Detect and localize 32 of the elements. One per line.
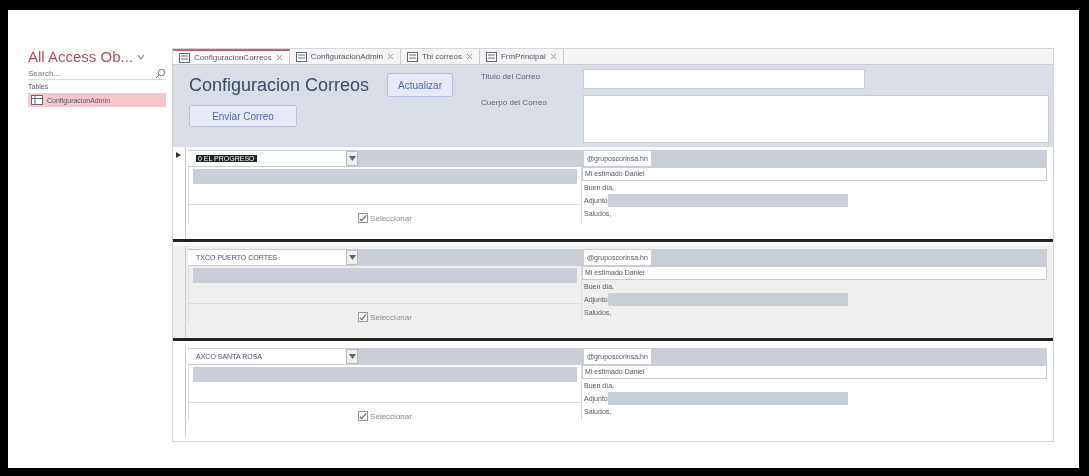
dropdown-button[interactable] <box>346 349 358 364</box>
document-tab[interactable]: ConfiguracionAdmin <box>289 49 401 64</box>
close-icon[interactable] <box>275 54 283 61</box>
pane-title: All Access Ob... <box>28 48 134 65</box>
caret-icon <box>348 255 356 260</box>
caret-icon <box>348 156 356 161</box>
refresh-button[interactable]: Actualizar <box>387 73 453 97</box>
checkbox-label: Seleccionar <box>370 411 412 421</box>
dropdown-button[interactable] <box>346 151 358 166</box>
subject-field[interactable] <box>583 69 865 89</box>
checkbox[interactable] <box>358 213 369 223</box>
document-tab[interactable]: FrmPrincipal <box>479 49 564 64</box>
field-label: Cuerpo del Correo <box>481 97 548 109</box>
close-icon[interactable] <box>549 53 557 60</box>
checkbox[interactable] <box>358 312 369 322</box>
checkbox-label: Seleccionar <box>370 213 412 223</box>
search-icon <box>155 67 166 79</box>
form-title: Configuracion Correos <box>189 74 370 96</box>
checkbox-label: Seleccionar <box>370 312 412 322</box>
caret-icon <box>348 354 356 359</box>
document-tab[interactable]: Tbl correos <box>400 49 480 64</box>
document-tab[interactable]: ConfiguracionCorreos <box>173 49 290 64</box>
body-field[interactable] <box>583 95 1049 143</box>
table-icon <box>31 95 43 105</box>
checkbox[interactable] <box>358 411 369 421</box>
close-icon[interactable] <box>386 53 394 60</box>
record-selector[interactable] <box>173 147 186 239</box>
search-field[interactable]: Search... <box>28 68 155 78</box>
send-button[interactable]: Enviar Correo <box>189 105 297 127</box>
field-label: Titulo del Correo <box>481 71 541 83</box>
dropdown-button[interactable] <box>346 250 358 265</box>
close-icon[interactable] <box>465 53 473 60</box>
